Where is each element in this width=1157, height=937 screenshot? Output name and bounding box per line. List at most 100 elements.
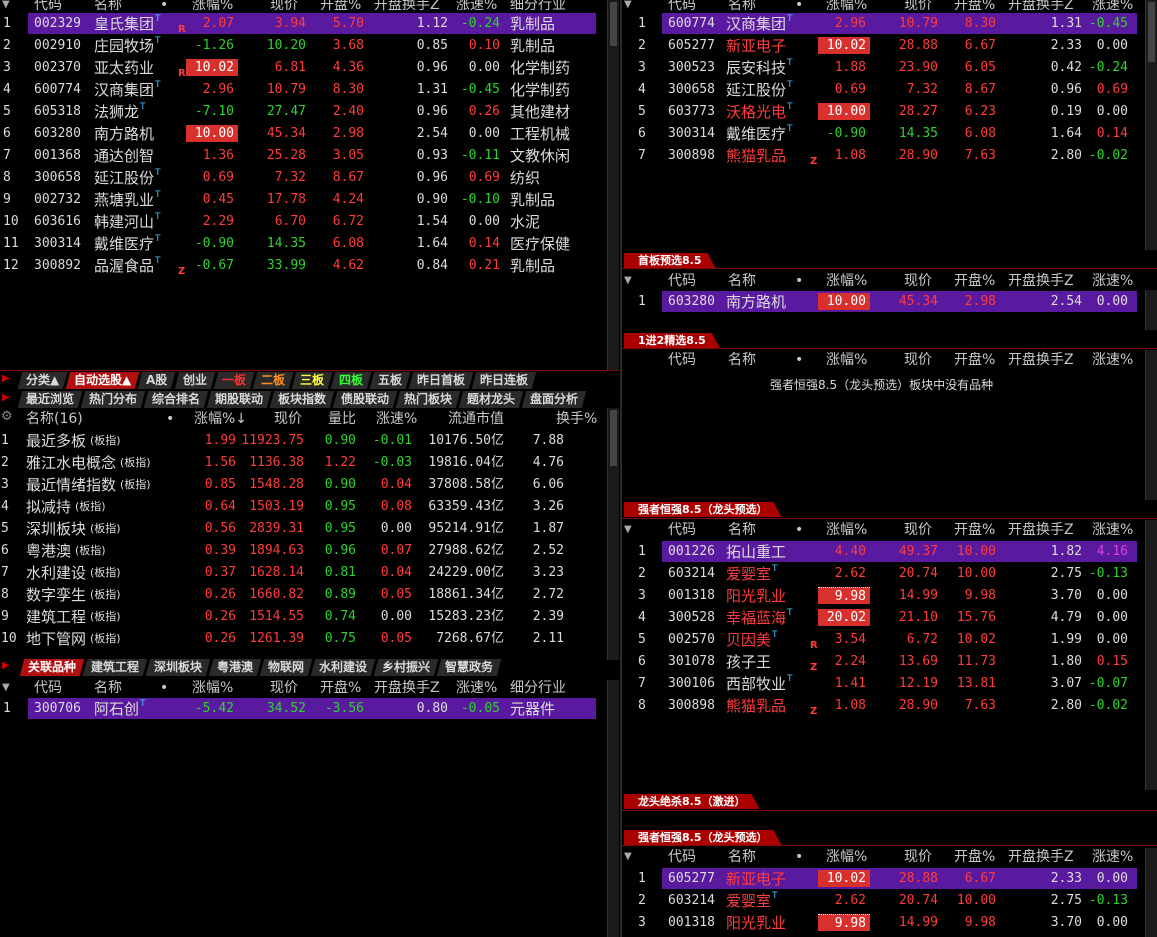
column-header[interactable]: 开盘% bbox=[954, 846, 995, 868]
table-row[interactable]: 1 603280 南方路机 10.00 45.34 2.98 2.54 0.00 bbox=[622, 291, 1137, 313]
tab-tabs1-7[interactable]: 四板 bbox=[330, 372, 373, 389]
column-header[interactable]: 开盘换手Z bbox=[1008, 519, 1074, 541]
column-header[interactable]: • bbox=[795, 270, 803, 292]
column-header[interactable]: 涨幅%↓ bbox=[194, 408, 247, 430]
gear-icon[interactable]: ⚙ bbox=[1, 409, 13, 424]
table-row[interactable]: 12 300892 品渥食品 T Z -0.67 33.99 4.62 0.84 0.21 乳制品 bbox=[0, 255, 596, 277]
table-row[interactable]: 5 603773 沃格光电 T 10.00 28.27 6.23 0.19 0.00 bbox=[622, 101, 1137, 123]
tab-tabs2-5[interactable]: 债股联动 bbox=[332, 391, 399, 408]
column-header[interactable]: 开盘% bbox=[954, 270, 995, 292]
sector-row[interactable]: 3 最近情绪指数 (板指) 0.85 1548.28 0.90 0.04 37808.58亿 6… bbox=[0, 474, 600, 496]
tab-tabs3-4[interactable]: 物联网 bbox=[259, 659, 314, 676]
tab-tabs1-10[interactable]: 昨日连板 bbox=[471, 372, 538, 389]
table-row[interactable]: 3 002370 亚太药业 R 10.02 6.81 4.36 0.96 0.00 化学制药 bbox=[0, 57, 596, 79]
tab-tabs2-4[interactable]: 板块指数 bbox=[269, 391, 336, 408]
column-header[interactable]: • bbox=[795, 846, 803, 868]
scrollbar[interactable] bbox=[607, 408, 619, 660]
tab-tabs2-2[interactable]: 综合排名 bbox=[143, 391, 210, 408]
table-row[interactable]: 1 002329 皇氏集团 T R 2.07 3.94 5.70 1.12 -0.24 乳制品 bbox=[0, 13, 596, 35]
table-row[interactable]: 10 603616 韩建河山 T 2.29 6.70 6.72 1.54 0.00 水泥 bbox=[0, 211, 596, 233]
column-header[interactable]: 名称 bbox=[728, 519, 756, 541]
sector-row[interactable]: 9 建筑工程 (板指) 0.26 1514.55 0.74 0.00 15283.23亿 2.3… bbox=[0, 606, 600, 628]
tab-tabs2-1[interactable]: 热门分布 bbox=[80, 391, 147, 408]
table-row[interactable]: 3 300523 辰安科技 T 1.88 23.90 6.05 0.42 -0.24 bbox=[622, 57, 1137, 79]
table-row[interactable]: 3 001318 阳光乳业 9.98 14.99 9.98 3.70 0.00 bbox=[622, 585, 1137, 607]
table-row[interactable]: 1 600774 汉商集团 T 2.96 10.79 8.30 1.31 -0.45 bbox=[622, 13, 1137, 35]
sector-row[interactable]: 8 数字孪生 (板指) 0.26 1660.82 0.89 0.05 18861.34亿 2.7… bbox=[0, 584, 600, 606]
column-header[interactable]: 开盘换手Z bbox=[1008, 846, 1074, 868]
column-header[interactable]: 现价 bbox=[904, 349, 932, 371]
column-header[interactable]: 换手% bbox=[556, 408, 597, 430]
column-header[interactable]: 名称(16) bbox=[26, 408, 83, 430]
column-header[interactable]: 现价 bbox=[904, 519, 932, 541]
panel-title-strong-leader-2[interactable]: 强者恒强8.5（龙头预选） bbox=[624, 830, 782, 845]
tab-tabs1-8[interactable]: 五板 bbox=[369, 372, 412, 389]
table-row[interactable]: 2 603214 爱婴室 T 2.62 20.74 10.00 2.75 -0.13 bbox=[622, 563, 1137, 585]
panel-toggle-arrow[interactable]: ▶ bbox=[2, 392, 10, 403]
column-header[interactable]: 现价 bbox=[904, 846, 932, 868]
sector-row[interactable]: 5 深圳板块 (板指) 0.56 2839.31 0.95 0.00 95214.91亿 1.8… bbox=[0, 518, 600, 540]
tab-tabs1-6[interactable]: 三板 bbox=[291, 372, 334, 389]
sector-row[interactable]: 6 粤港澳 (板指) 0.39 1894.63 0.96 0.07 27988.62亿 2.52 bbox=[0, 540, 600, 562]
table-row[interactable]: 4 300528 幸福蓝海 T 20.02 21.10 15.76 4.79 0.00 bbox=[622, 607, 1137, 629]
table-row[interactable]: 1 605277 新亚电子 10.02 28.88 6.67 2.33 0.00 bbox=[622, 868, 1137, 890]
tab-tabs2-6[interactable]: 热门板块 bbox=[395, 391, 462, 408]
table-row[interactable]: 2 603214 爱婴室 T 2.62 20.74 10.00 2.75 -0.13 bbox=[622, 890, 1137, 912]
column-header[interactable]: 涨幅% bbox=[826, 270, 867, 292]
table-row[interactable]: 1 300706 阿石创 T -5.42 34.52 -3.56 0.80 -0.05 元器件 bbox=[0, 698, 596, 720]
tab-tabs1-2[interactable]: A股 bbox=[138, 372, 178, 389]
column-header[interactable]: • bbox=[166, 408, 174, 430]
table-row[interactable]: 8 300658 延江股份 T 0.69 7.32 8.67 0.96 0.69 纺织 bbox=[0, 167, 596, 189]
table-row[interactable]: 7 300898 熊猫乳品 Z 1.08 28.90 7.63 2.80 -0.02 bbox=[622, 145, 1137, 167]
column-header[interactable]: 开盘% bbox=[954, 349, 995, 371]
scrollbar[interactable] bbox=[1145, 0, 1157, 250]
tab-tabs2-7[interactable]: 题材龙头 bbox=[458, 391, 525, 408]
scrollbar[interactable] bbox=[1145, 848, 1157, 937]
chevron-down-icon[interactable]: ▼ bbox=[2, 682, 10, 693]
column-header[interactable]: 代码 bbox=[668, 349, 696, 371]
column-header[interactable]: 名称 bbox=[728, 349, 756, 371]
panel-toggle-arrow[interactable]: ▶ bbox=[2, 373, 10, 384]
tab-tabs3-1[interactable]: 建筑工程 bbox=[82, 659, 149, 676]
tab-tabs3-2[interactable]: 深圳板块 bbox=[145, 659, 212, 676]
tab-tabs3-6[interactable]: 乡村振兴 bbox=[373, 659, 440, 676]
table-row[interactable]: 4 300658 延江股份 T 0.69 7.32 8.67 0.96 0.69 bbox=[622, 79, 1137, 101]
table-row[interactable]: 4 600774 汉商集团 T 2.96 10.79 8.30 1.31 -0.45 化学制药 bbox=[0, 79, 596, 101]
table-row[interactable]: 6 300314 戴维医疗 T -0.90 14.35 6.08 1.64 0.14 bbox=[622, 123, 1137, 145]
tab-tabs1-1[interactable]: 自动选股▲ bbox=[65, 372, 141, 389]
column-header[interactable]: 现价 bbox=[904, 270, 932, 292]
tab-tabs1-4[interactable]: 一板 bbox=[213, 372, 256, 389]
column-header[interactable]: 名称 bbox=[94, 677, 122, 699]
column-header[interactable]: 代码 bbox=[668, 270, 696, 292]
table-row[interactable]: 7 001368 通达创智 1.36 25.28 3.05 0.93 -0.11 文教休闲 bbox=[0, 145, 596, 167]
scrollbar[interactable] bbox=[1145, 350, 1157, 500]
column-header[interactable]: 名称 bbox=[728, 846, 756, 868]
table-row[interactable]: 7 300106 西部牧业 T 1.41 12.19 13.81 3.07 -0.07 bbox=[622, 673, 1137, 695]
scrollbar[interactable] bbox=[1145, 290, 1157, 330]
tab-tabs1-9[interactable]: 昨日首板 bbox=[408, 372, 475, 389]
column-header[interactable]: 涨速% bbox=[1092, 519, 1133, 541]
table-row[interactable]: 9 002732 燕塘乳业 T 0.45 17.78 4.24 0.90 -0.10 乳制品 bbox=[0, 189, 596, 211]
chevron-down-icon[interactable]: ▼ bbox=[624, 524, 632, 535]
scrollbar[interactable] bbox=[607, 0, 619, 370]
tab-tabs2-3[interactable]: 期股联动 bbox=[206, 391, 273, 408]
tab-tabs2-0[interactable]: 最近浏览 bbox=[17, 391, 84, 408]
tab-tabs3-0[interactable]: 关联品种 bbox=[19, 659, 86, 676]
column-header[interactable]: • bbox=[795, 519, 803, 541]
column-header[interactable]: 代码 bbox=[34, 677, 62, 699]
panel-toggle-arrow[interactable]: ▶ bbox=[2, 660, 10, 671]
tab-tabs2-8[interactable]: 盘面分析 bbox=[521, 391, 588, 408]
tab-tabs3-3[interactable]: 粤港澳 bbox=[208, 659, 263, 676]
column-header[interactable]: 涨幅% bbox=[826, 349, 867, 371]
column-header[interactable]: 涨幅% bbox=[826, 519, 867, 541]
table-row[interactable]: 5 605318 法狮龙 T -7.10 27.47 2.40 0.96 0.26 其他建材 bbox=[0, 101, 596, 123]
table-row[interactable]: 11 300314 戴维医疗 T -0.90 14.35 6.08 1.64 0.14 医疗保健 bbox=[0, 233, 596, 255]
table-row[interactable]: 8 300898 熊猫乳品 Z 1.08 28.90 7.63 2.80 -0.02 bbox=[622, 695, 1137, 717]
tab-tabs3-7[interactable]: 智慧政务 bbox=[436, 659, 503, 676]
chevron-down-icon[interactable]: ▼ bbox=[624, 0, 632, 10]
column-header[interactable]: 开盘换手Z bbox=[1008, 349, 1074, 371]
tab-tabs3-5[interactable]: 水利建设 bbox=[310, 659, 377, 676]
sector-row[interactable]: 7 水利建设 (板指) 0.37 1628.14 0.81 0.04 24229.00亿 3.2… bbox=[0, 562, 600, 584]
table-row[interactable]: 2 002910 庄园牧场 T -1.26 10.20 3.68 0.85 0.10 乳制品 bbox=[0, 35, 596, 57]
table-row[interactable]: 6 301078 孩子王 Z 2.24 13.69 11.73 1.80 0.15 bbox=[622, 651, 1137, 673]
